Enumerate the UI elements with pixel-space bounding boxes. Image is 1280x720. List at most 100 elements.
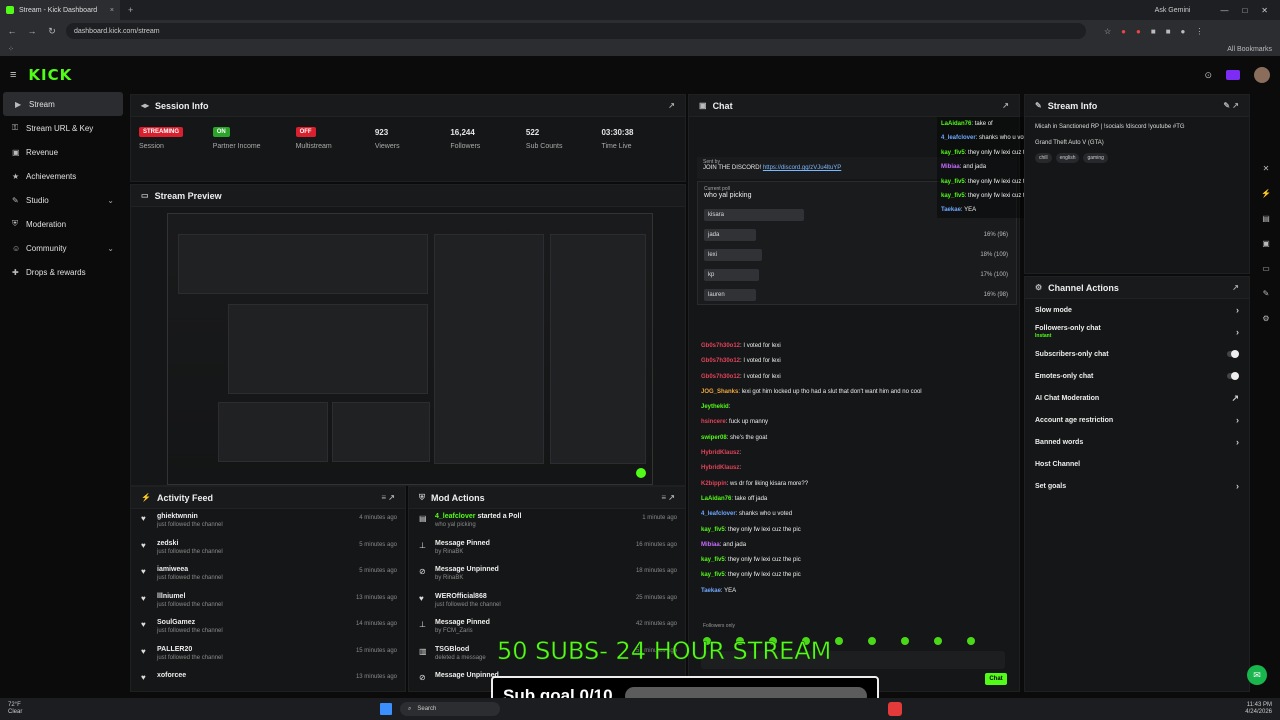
ai-moderation-row[interactable]: AI Chat Moderation ↗: [1025, 387, 1249, 409]
popout-icon[interactable]: ↗: [1002, 101, 1009, 110]
host-channel-row[interactable]: Host Channel: [1025, 453, 1249, 475]
popout-icon[interactable]: ↗: [668, 101, 675, 110]
sidebar-item-revenue[interactable]: ▣ Revenue: [0, 140, 126, 164]
all-bookmarks-link[interactable]: All Bookmarks: [1227, 46, 1272, 53]
emotes-only-toggle[interactable]: [1227, 372, 1239, 380]
wrench-icon[interactable]: ✎: [1263, 289, 1270, 298]
emote-icon[interactable]: [934, 637, 942, 645]
extension-icon[interactable]: ●: [1121, 27, 1126, 36]
chat-username[interactable]: Mibiaa: [941, 164, 960, 170]
filter-icon[interactable]: ≡ ↗: [381, 493, 395, 502]
chat-username[interactable]: hsincere: [701, 419, 726, 425]
chat-username[interactable]: kay_fiv5: [701, 527, 725, 533]
notifications-icon[interactable]: [1226, 70, 1240, 80]
camera-icon[interactable]: ⊙: [1204, 70, 1212, 81]
new-tab-button[interactable]: +: [128, 5, 133, 15]
sidebar-item-studio[interactable]: ✎ Studio ⌄: [0, 188, 126, 212]
emote-icon[interactable]: [901, 637, 909, 645]
ask-gemini-button[interactable]: Ask Gemini: [1155, 7, 1191, 14]
profile-icon[interactable]: ●: [1181, 27, 1186, 36]
filter-icon[interactable]: ≡ ↗: [661, 493, 675, 502]
follower-name[interactable]: SoulGamez: [157, 619, 348, 626]
avatar[interactable]: [1254, 67, 1270, 83]
chat-username[interactable]: kay_fiv5: [701, 572, 725, 578]
chat-username[interactable]: kay_fiv5: [941, 150, 965, 156]
taskbar-search[interactable]: ⌕ Search: [400, 702, 500, 716]
maximize-icon[interactable]: □: [1242, 6, 1247, 15]
slow-mode-row[interactable]: Slow mode ›: [1025, 299, 1249, 321]
send-chat-button[interactable]: Chat: [985, 673, 1007, 685]
weather-widget[interactable]: 72°F Clear: [8, 702, 22, 716]
emote-icon[interactable]: [868, 637, 876, 645]
chat-username[interactable]: Jeythekid: [701, 404, 729, 410]
bookmark-star-icon[interactable]: ☆: [1104, 27, 1111, 36]
back-icon[interactable]: ←: [6, 26, 18, 36]
follower-name[interactable]: iamiweea: [157, 566, 351, 573]
support-chat-icon[interactable]: ✉: [1247, 665, 1267, 685]
menu-icon[interactable]: ⋮: [1195, 27, 1203, 36]
bolt-icon[interactable]: ⚡: [1261, 189, 1271, 198]
clipboard-icon[interactable]: ▤: [1262, 214, 1270, 223]
sidebar-item-community[interactable]: ☺ Community ⌄: [0, 236, 126, 260]
moderator-name[interactable]: 4_leafclover: [435, 513, 475, 520]
settings-icon[interactable]: ⚙: [1262, 314, 1269, 323]
chat-username[interactable]: HybridKlausz: [701, 465, 739, 471]
stream-preview-video[interactable]: [167, 213, 653, 485]
chat-username[interactable]: Taekae: [941, 207, 961, 213]
forward-icon[interactable]: →: [26, 26, 38, 36]
emote-icon[interactable]: [835, 637, 843, 645]
edit-icon[interactable]: ✎ ↗: [1223, 101, 1239, 110]
stream-category[interactable]: Grand Theft Auto V (GTA): [1025, 137, 1249, 153]
follower-name[interactable]: lllniumel: [157, 593, 348, 600]
subscribers-only-toggle[interactable]: [1227, 350, 1239, 358]
chat-username[interactable]: kay_fiv5: [941, 193, 965, 199]
extension-icon[interactable]: ●: [1136, 27, 1141, 36]
chat-username[interactable]: Mibiaa: [701, 542, 720, 548]
chat-username[interactable]: kay_fiv5: [701, 557, 725, 563]
browser-tab[interactable]: Stream - Kick Dashboard ×: [0, 0, 120, 20]
banned-words-row[interactable]: Banned words ›: [1025, 431, 1249, 453]
follower-name[interactable]: PALLER20: [157, 646, 348, 653]
sidebar-item-achievements[interactable]: ★ Achievements: [0, 164, 126, 188]
taskbar-app-icon[interactable]: [888, 702, 902, 716]
extension-icon[interactable]: ■: [1151, 27, 1156, 36]
chat-username[interactable]: 4_leafclover: [701, 511, 736, 517]
follower-name[interactable]: xoforcee: [157, 672, 348, 679]
follower-name[interactable]: WEROfficial868: [435, 593, 628, 600]
follower-name[interactable]: ghiektwnnin: [157, 513, 351, 520]
sidebar-item-stream-url-key[interactable]: ⚿ Stream URL & Key: [0, 116, 126, 140]
hamburger-icon[interactable]: ≡: [10, 69, 16, 81]
video-icon[interactable]: ▭: [1262, 264, 1270, 273]
sidebar-item-moderation[interactable]: ⛨ Moderation: [0, 212, 126, 236]
poll-option[interactable]: lauren 16% (98): [704, 285, 1010, 305]
sidebar-item-drops[interactable]: ✚ Drops & rewards: [0, 260, 126, 284]
chat-username[interactable]: Taekae: [701, 588, 721, 594]
chat-username[interactable]: swiper08: [701, 435, 727, 441]
chat-username[interactable]: Gb0s7h30o12: [701, 374, 740, 380]
windows-start-icon[interactable]: [380, 703, 392, 715]
poll-option[interactable]: lexi 18% (109): [704, 245, 1010, 265]
pinned-link[interactable]: https://discord.gg/zVJu4ltuYP: [763, 165, 841, 171]
chat-username[interactable]: HybridKlausz: [701, 450, 739, 456]
followers-only-row[interactable]: Followers-only chat Instant ›: [1025, 321, 1249, 343]
sidebar-item-stream[interactable]: ▶ Stream: [3, 92, 123, 116]
close-window-icon[interactable]: ✕: [1261, 6, 1268, 15]
reload-icon[interactable]: ↻: [46, 26, 58, 37]
chat-username[interactable]: LaAidan76: [941, 121, 971, 127]
follower-name[interactable]: zedski: [157, 540, 351, 547]
poll-option[interactable]: kp 17% (100): [704, 265, 1010, 285]
chat-username[interactable]: 4_leafclover: [941, 135, 976, 141]
chat-username[interactable]: kay_fiv5: [941, 179, 965, 185]
address-input[interactable]: dashboard.kick.com/stream: [66, 23, 1086, 39]
set-goals-row[interactable]: Set goals ›: [1025, 475, 1249, 497]
clock[interactable]: 11:43 PM 4/24/2026: [1245, 702, 1272, 716]
chat-username[interactable]: Gb0s7h30o12: [701, 358, 740, 364]
close-tab-icon[interactable]: ×: [110, 7, 114, 14]
popout-icon[interactable]: ↗: [1232, 283, 1239, 292]
chat-username[interactable]: JOG_Shanks: [701, 389, 738, 395]
account-age-row[interactable]: Account age restriction ›: [1025, 409, 1249, 431]
chat-username[interactable]: Gb0s7h30o12: [701, 343, 740, 349]
poll-option[interactable]: jada 16% (96): [704, 225, 1010, 245]
extension-icon[interactable]: ■: [1166, 27, 1171, 36]
emote-icon[interactable]: [967, 637, 975, 645]
